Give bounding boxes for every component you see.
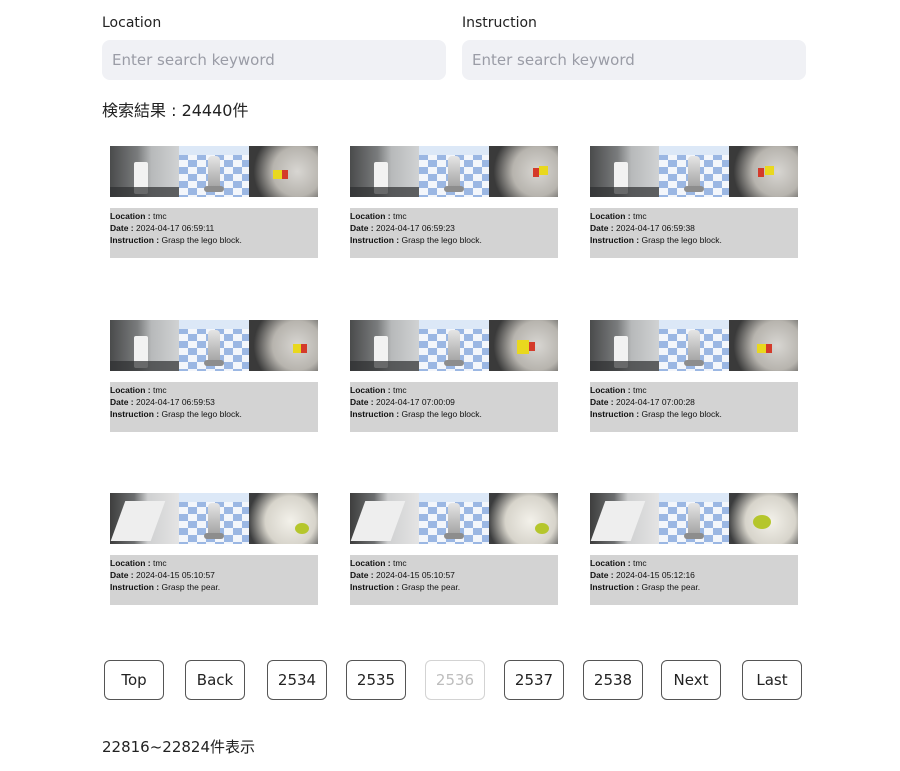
simulation-image [419, 320, 489, 371]
result-date: 2024-04-17 07:00:09 [375, 397, 455, 407]
hand-camera-image [488, 320, 558, 371]
result-card[interactable]: Location : tmc Date : 2024-04-17 06:59:2… [350, 146, 558, 258]
simulation-image [179, 493, 249, 544]
result-card[interactable]: Location : tmc Date : 2024-04-17 06:59:5… [110, 320, 318, 432]
last-page-button[interactable]: Last [742, 660, 802, 700]
result-thumbnails[interactable] [590, 146, 798, 197]
result-card[interactable]: Location : tmc Date : 2024-04-17 06:59:1… [110, 146, 318, 258]
result-card[interactable]: Location : tmc Date : 2024-04-15 05:10:5… [110, 493, 318, 605]
result-instruction: Grasp the pear. [641, 582, 701, 592]
hand-camera-image [248, 320, 318, 371]
result-location: tmc [392, 211, 407, 221]
result-info: Location : tmc Date : 2024-04-15 05:12:1… [590, 555, 798, 605]
simulation-image [419, 493, 489, 544]
result-info: Location : tmc Date : 2024-04-17 07:00:2… [590, 382, 798, 432]
result-thumbnails[interactable] [590, 493, 798, 544]
result-thumbnails[interactable] [110, 320, 318, 371]
result-location: tmc [152, 558, 167, 568]
result-card[interactable]: Location : tmc Date : 2024-04-17 06:59:3… [590, 146, 798, 258]
hand-camera-image [728, 493, 798, 544]
result-location: tmc [392, 558, 407, 568]
result-location: tmc [152, 385, 167, 395]
page-button-2538[interactable]: 2538 [583, 660, 643, 700]
result-instruction: Grasp the lego block. [641, 235, 722, 245]
head-camera-image [110, 146, 180, 197]
head-camera-image [590, 493, 660, 544]
simulation-image [179, 146, 249, 197]
result-instruction: Grasp the lego block. [641, 409, 722, 419]
head-camera-image [590, 320, 660, 371]
head-camera-image [350, 320, 420, 371]
result-location: tmc [152, 211, 167, 221]
result-info: Location : tmc Date : 2024-04-17 06:59:1… [110, 208, 318, 258]
result-card[interactable]: Location : tmc Date : 2024-04-15 05:10:5… [350, 493, 558, 605]
hand-camera-image [728, 320, 798, 371]
result-date: 2024-04-15 05:10:57 [135, 570, 215, 580]
result-location: tmc [632, 558, 647, 568]
result-date: 2024-04-17 07:00:28 [615, 397, 695, 407]
result-date: 2024-04-17 06:59:53 [135, 397, 215, 407]
page-button-2534[interactable]: 2534 [267, 660, 327, 700]
result-instruction: Grasp the lego block. [401, 409, 482, 419]
result-instruction: Grasp the lego block. [161, 235, 242, 245]
result-info: Location : tmc Date : 2024-04-17 07:00:0… [350, 382, 558, 432]
page-button-2537[interactable]: 2537 [504, 660, 564, 700]
simulation-image [659, 493, 729, 544]
hand-camera-image [488, 493, 558, 544]
result-card[interactable]: Location : tmc Date : 2024-04-17 07:00:0… [350, 320, 558, 432]
head-camera-image [110, 320, 180, 371]
result-instruction: Grasp the lego block. [161, 409, 242, 419]
simulation-image [179, 320, 249, 371]
next-page-button[interactable]: Next [661, 660, 721, 700]
result-date: 2024-04-17 06:59:23 [375, 223, 455, 233]
result-thumbnails[interactable] [590, 320, 798, 371]
result-count: 検索結果 : 24440件 [102, 101, 249, 120]
result-info: Location : tmc Date : 2024-04-17 06:59:3… [590, 208, 798, 258]
result-location: tmc [392, 385, 407, 395]
top-page-button[interactable]: Top [104, 660, 164, 700]
current-page-button: 2536 [425, 660, 485, 700]
result-location: tmc [632, 385, 647, 395]
result-card[interactable]: Location : tmc Date : 2024-04-15 05:12:1… [590, 493, 798, 605]
display-range-text: 22816~22824件表示 [102, 738, 256, 756]
head-camera-image [590, 146, 660, 197]
result-instruction: Grasp the pear. [401, 582, 461, 592]
result-thumbnails[interactable] [350, 493, 558, 544]
result-date: 2024-04-17 06:59:38 [615, 223, 695, 233]
result-info: Location : tmc Date : 2024-04-15 05:10:5… [350, 555, 558, 605]
hand-camera-image [248, 493, 318, 544]
result-thumbnails[interactable] [350, 320, 558, 371]
hand-camera-image [248, 146, 318, 197]
result-date: 2024-04-15 05:10:57 [375, 570, 455, 580]
result-info: Location : tmc Date : 2024-04-17 06:59:2… [350, 208, 558, 258]
head-camera-image [350, 493, 420, 544]
location-search-input[interactable] [102, 40, 446, 80]
result-info: Location : tmc Date : 2024-04-17 06:59:5… [110, 382, 318, 432]
back-page-button[interactable]: Back [185, 660, 245, 700]
simulation-image [659, 146, 729, 197]
result-date: 2024-04-15 05:12:16 [615, 570, 695, 580]
head-camera-image [350, 146, 420, 197]
instruction-label: Instruction [462, 15, 537, 31]
simulation-image [419, 146, 489, 197]
simulation-image [659, 320, 729, 371]
page-button-2535[interactable]: 2535 [346, 660, 406, 700]
location-label: Location [102, 15, 162, 31]
head-camera-image [110, 493, 180, 544]
result-thumbnails[interactable] [110, 146, 318, 197]
result-info: Location : tmc Date : 2024-04-15 05:10:5… [110, 555, 318, 605]
result-card[interactable]: Location : tmc Date : 2024-04-17 07:00:2… [590, 320, 798, 432]
result-location: tmc [632, 211, 647, 221]
result-date: 2024-04-17 06:59:11 [135, 223, 215, 233]
result-thumbnails[interactable] [110, 493, 318, 544]
hand-camera-image [728, 146, 798, 197]
hand-camera-image [488, 146, 558, 197]
result-thumbnails[interactable] [350, 146, 558, 197]
result-instruction: Grasp the pear. [161, 582, 221, 592]
result-instruction: Grasp the lego block. [401, 235, 482, 245]
instruction-search-input[interactable] [462, 40, 806, 80]
